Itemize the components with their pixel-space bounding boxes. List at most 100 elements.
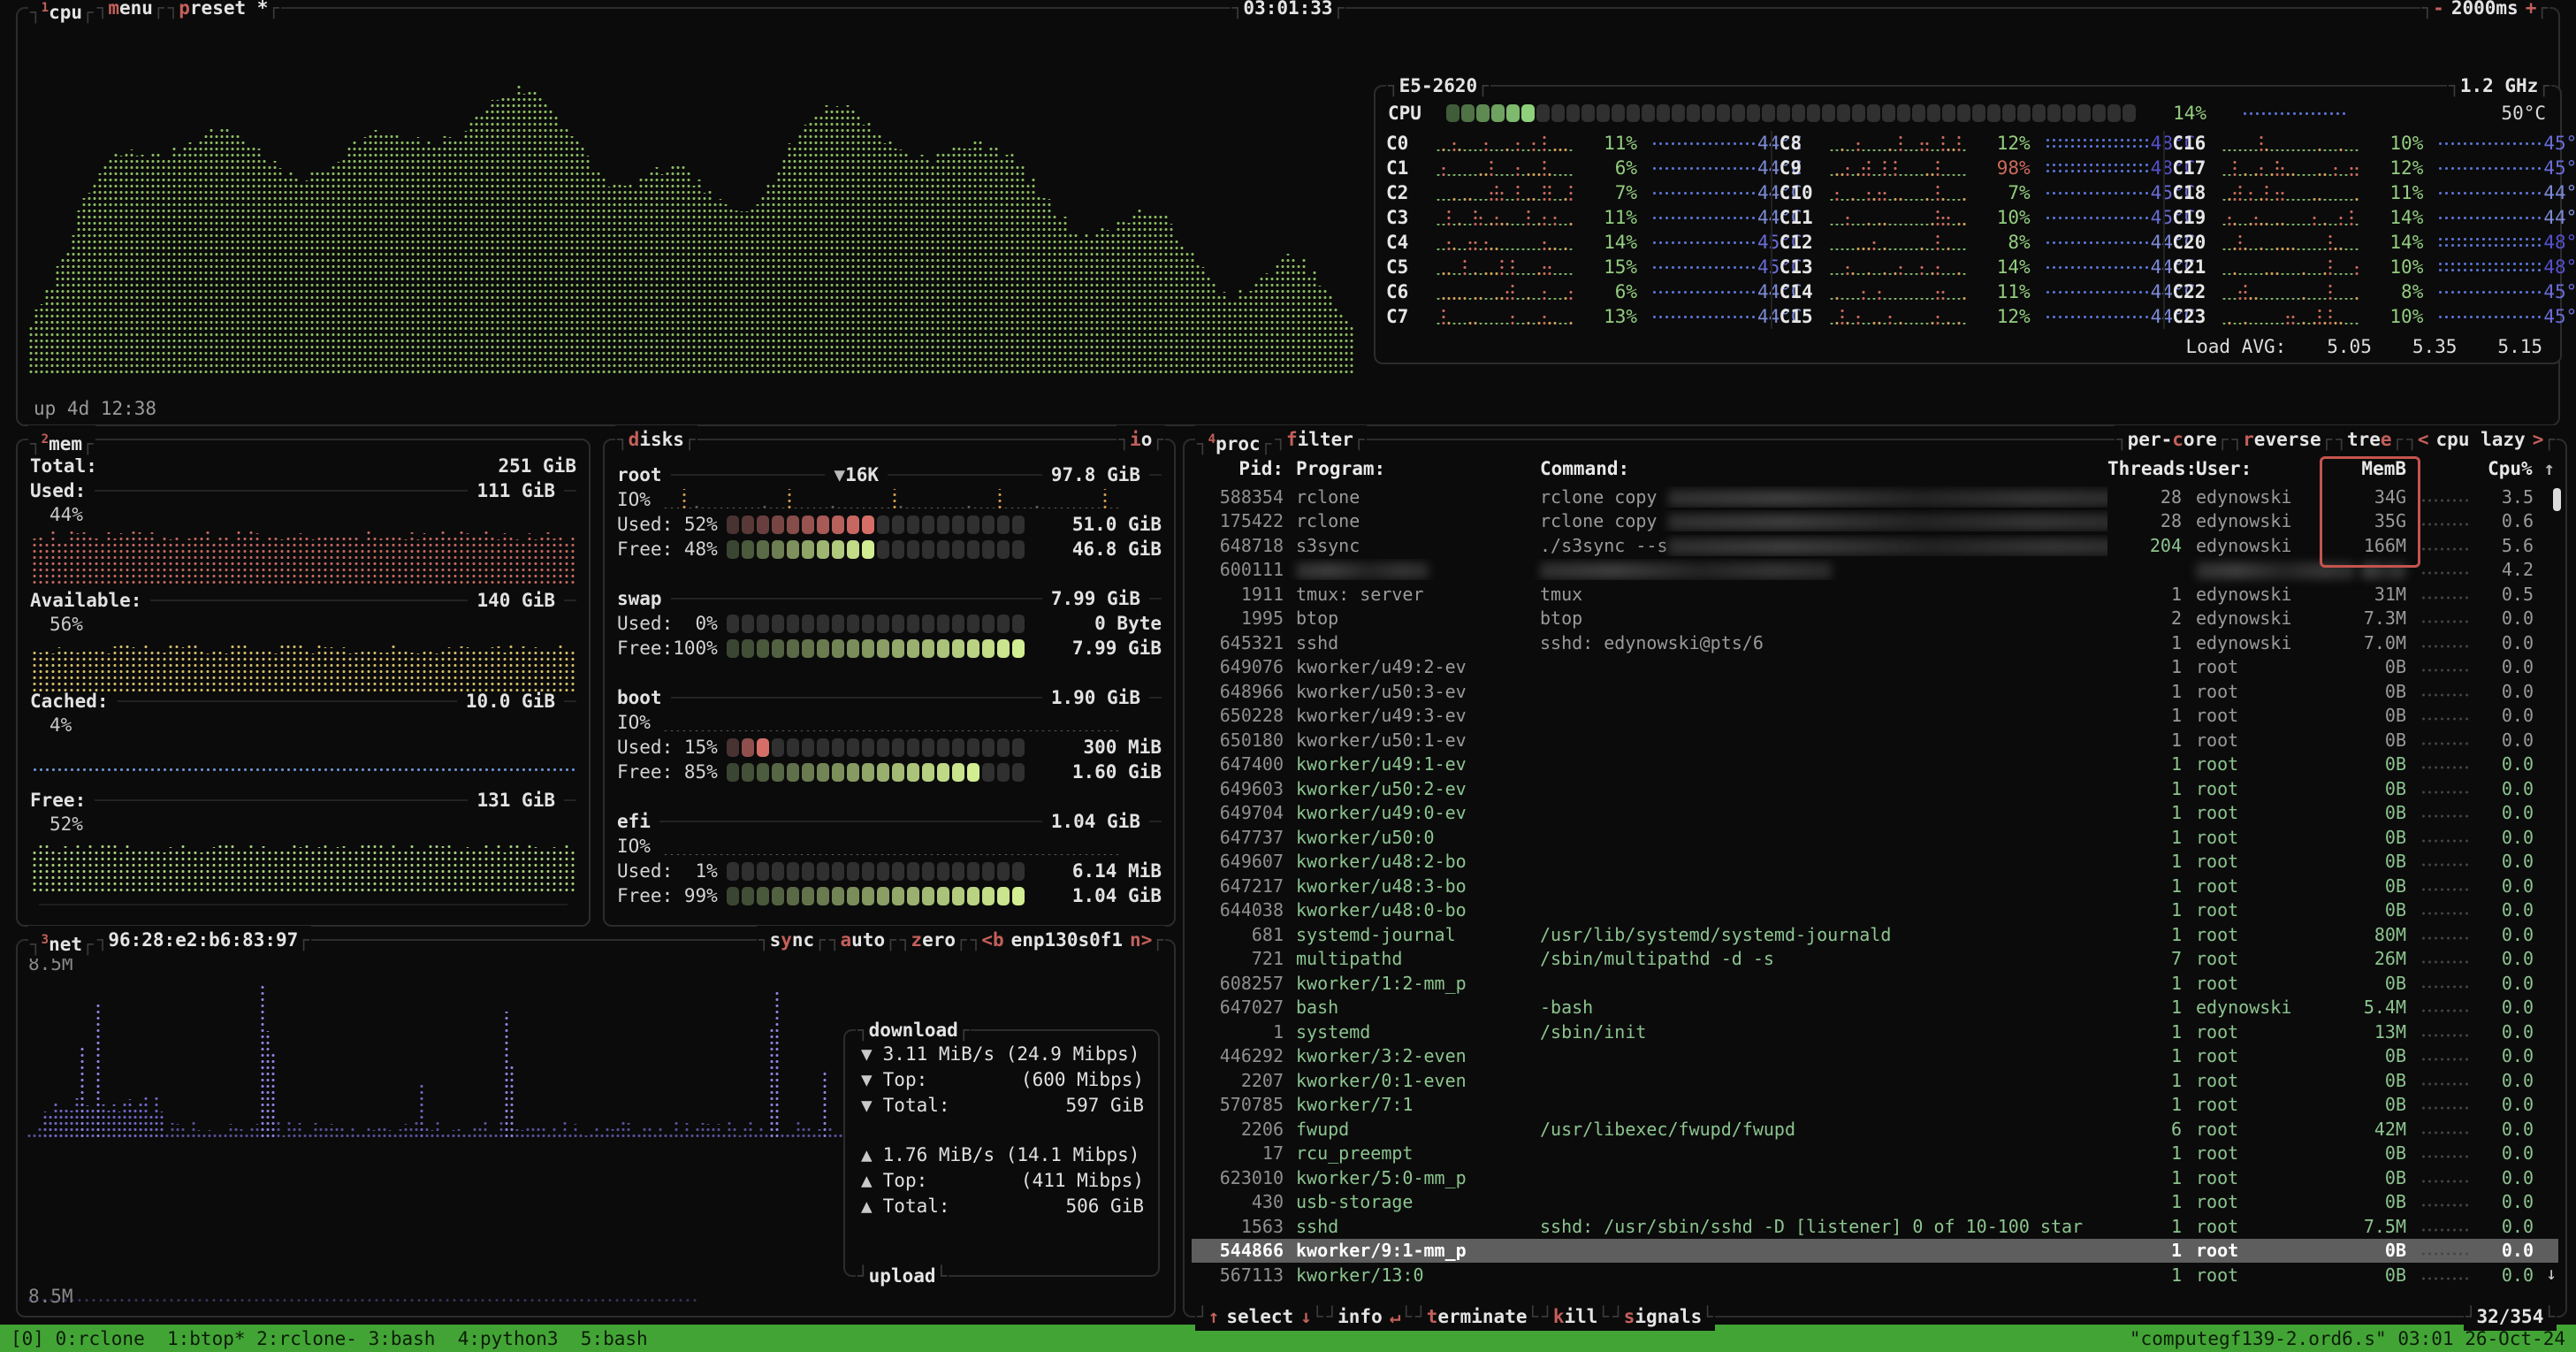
core-row: C27%44°C [1379, 180, 1771, 205]
proc-row[interactable]: 570785kworker/7:11root0B0.0 [1192, 1093, 2558, 1118]
mem-percent: 4% [50, 714, 72, 736]
proc-row[interactable]: 650180kworker/u50:1-ev1root0B0.0 [1192, 728, 2558, 752]
terminate-action[interactable]: terminate [1414, 1302, 1540, 1331]
per-core-toggle[interactable]: per-core [2115, 425, 2229, 454]
proc-row[interactable]: 623010kworker/5:0-mm_p1root0B0.0 [1192, 1165, 2558, 1190]
proc-row[interactable]: 647400kworker/u49:1-ev1root0B0.0 [1192, 752, 2558, 777]
proc-mem-mini-graph [2420, 1057, 2470, 1062]
proc-row[interactable]: 2206fwupd/usr/libexec/fwupd/fwupd6root42… [1192, 1117, 2558, 1142]
filter-button[interactable]: filter [1273, 425, 1366, 458]
proc-row[interactable]: 681systemd-journal/usr/lib/systemd/syste… [1192, 922, 2558, 947]
proc-row[interactable]: 648966kworker/u50:3-ev1root0B0.0 [1192, 679, 2558, 704]
proc-mem-mini-graph [2420, 522, 2470, 527]
io-mode-button[interactable]: io [1117, 425, 1165, 454]
core-mini-graph [2045, 314, 2151, 320]
proc-row[interactable]: 645321sshdsshd: edynowski@pts/61edynowsk… [1192, 630, 2558, 655]
refresh-plus-button[interactable]: + [2526, 0, 2537, 19]
net-scale-bottom: 8.5M [28, 1286, 73, 1307]
col-pid[interactable]: Pid: [1192, 458, 1284, 479]
col-cpu[interactable]: Cpu% ↑ [2484, 458, 2558, 479]
proc-row[interactable]: 1563sshdsshd: /usr/sbin/sshd -D [listene… [1192, 1214, 2558, 1239]
proc-row[interactable]: 430usb-storage1root0B0.0 [1192, 1190, 2558, 1215]
tmux-host-clock: "computegf139-2.ord6.s" 03:01 26-Oct-24 [2130, 1328, 2565, 1349]
proc-mem-mini-graph [2420, 959, 2470, 965]
proc-row[interactable]: 649607kworker/u48:2-bo1root0B0.0 [1192, 850, 2558, 875]
core-row: C1610%45°C [2165, 131, 2557, 156]
proc-row[interactable]: 647027bash-bash1edynowski5.4M0.0 [1192, 996, 2558, 1020]
core-row: C1712%45°C [2165, 156, 2557, 180]
kill-action[interactable]: kill [1540, 1302, 1611, 1331]
core-row: C66%44°C [1379, 279, 1771, 304]
core-usage-graph [1829, 134, 1981, 153]
proc-row[interactable]: 544866kworker/9:1-mm_p1root0B0.0 [1192, 1239, 2558, 1264]
proc-mem-mini-graph [2420, 570, 2470, 576]
info-action[interactable]: info↵ [1324, 1302, 1414, 1331]
iface-prev-button[interactable]: <b [981, 929, 1003, 951]
proc-row[interactable]: 647217kworker/u48:3-bo1root0B0.0 [1192, 874, 2558, 898]
proc-row[interactable]: 6001114.2 [1192, 558, 2558, 583]
network-upload-graph [27, 1297, 698, 1303]
scrollbar-thumb[interactable] [2553, 488, 2561, 511]
reverse-toggle[interactable]: reverse [2229, 425, 2334, 454]
proc-row[interactable]: 649704kworker/u49:0-ev1root0B0.0 [1192, 801, 2558, 826]
col-user[interactable]: User: [2182, 458, 2321, 479]
cpu-usage-graph [28, 51, 1365, 375]
cpu-total-row: CPU 14% 50°C [1388, 101, 2546, 126]
menu-button[interactable]: menu [95, 0, 166, 27]
col-command[interactable]: Command: [1533, 458, 2107, 479]
proc-row[interactable]: 17rcu_preempt1root0B0.0 [1192, 1142, 2558, 1166]
proc-row[interactable]: 647737kworker/u50:01root0B0.0 [1192, 825, 2558, 850]
proc-row[interactable]: 1systemd/sbin/init1root13M0.0 [1192, 1020, 2558, 1044]
net-auto-button[interactable]: auto [827, 926, 898, 954]
cpu-total-temp: 50°C [2501, 103, 2546, 124]
proc-row[interactable]: 446292kworker/3:2-even1root0B0.0 [1192, 1044, 2558, 1069]
cpu-detail-panel: E5-2620 1.2 GHz CPU 14% 50°C C011%44°CC1… [1374, 85, 2562, 364]
proc-row[interactable]: 721multipathd/sbin/multipathd -d -s7root… [1192, 947, 2558, 972]
disk-io-row: IO% [617, 835, 1162, 858]
process-table: 588354rclonerclone copy 28edynowski34G3.… [1192, 485, 2558, 1287]
proc-row[interactable]: 588354rclonerclone copy 28edynowski34G3.… [1192, 485, 2558, 509]
col-mem[interactable]: MemB [2321, 458, 2406, 479]
proc-row[interactable]: 1911tmux: servertmux1edynowski31M0.5 [1192, 582, 2558, 607]
core-usage-graph [2222, 183, 2374, 202]
signals-action[interactable]: signals [1611, 1302, 1715, 1331]
disk-name-row: root▼16K97.8 GiB [617, 463, 1162, 486]
tree-toggle[interactable]: tree [2334, 425, 2405, 454]
col-program[interactable]: Program: [1284, 458, 1533, 479]
proc-row[interactable]: 649076kworker/u49:2-ev1root0B0.0 [1192, 655, 2558, 680]
proc-row[interactable]: 650228kworker/u49:3-ev1root0B0.0 [1192, 704, 2558, 729]
net-io-panel: download upload ▼3.11 MiB/s (24.9 Mibps)… [843, 1029, 1160, 1277]
proc-row[interactable]: 1995btopbtop2edynowski7.3M0.0 [1192, 607, 2558, 631]
preset-button[interactable]: preset * [166, 0, 281, 27]
proc-row[interactable]: 644038kworker/u48:0-bo1root0B0.0 [1192, 898, 2558, 923]
disks-panel-title[interactable]: disks [615, 425, 697, 454]
core-grid: C011%44°CC16%44°CC27%44°CC311%44°CC414%4… [1379, 131, 2557, 329]
proc-mem-mini-graph [2420, 1105, 2470, 1111]
core-row: C107%45°C [1772, 180, 2164, 205]
tmux-window-list[interactable]: [0] 0:rclone 1:btop* 2:rclone- 3:bash 4:… [11, 1328, 648, 1349]
disk-free-row: Free: 48%46.8 GiB [617, 538, 1162, 561]
net-zero-button[interactable]: zero [898, 926, 969, 954]
core-mini-graph [1651, 314, 1757, 320]
proc-row[interactable]: 648718s3sync./s3sync --s204edynowski166M… [1192, 533, 2558, 558]
select-action[interactable]: ↑select↓ [1195, 1302, 1324, 1331]
net-sync-button[interactable]: sync [757, 926, 827, 954]
proc-mem-mini-graph [2420, 790, 2470, 795]
process-panel-title[interactable]: 4proc [1195, 425, 1273, 458]
sort-next-button[interactable]: > [2533, 429, 2544, 450]
proc-row[interactable]: 608257kworker/1:2-mm_p1root0B0.0 [1192, 971, 2558, 996]
usage-meter [727, 862, 1025, 881]
proc-row[interactable]: 567113kworker/13:01root0B0.0 [1192, 1263, 2558, 1287]
col-threads[interactable]: Threads: [2107, 458, 2182, 479]
sort-direction-icon: ↑ [2543, 458, 2555, 479]
cpu-panel-title[interactable]: 1cpu [28, 0, 95, 27]
memory-panel-title[interactable]: 2mem [28, 425, 95, 458]
refresh-minus-button[interactable]: - [2433, 0, 2444, 19]
iface-next-button[interactable]: n> [1130, 929, 1152, 951]
network-panel-title[interactable]: 3net [28, 926, 95, 959]
sort-prev-button[interactable]: < [2418, 429, 2429, 450]
proc-row[interactable]: 175422rclonerclone copy 28edynowski35G0.… [1192, 509, 2558, 534]
proc-row[interactable]: 649603kworker/u50:2-ev1root0B0.0 [1192, 776, 2558, 801]
proc-mem-mini-graph [2420, 813, 2470, 819]
proc-row[interactable]: 2207kworker/0:1-even1root0B0.0 [1192, 1068, 2558, 1093]
